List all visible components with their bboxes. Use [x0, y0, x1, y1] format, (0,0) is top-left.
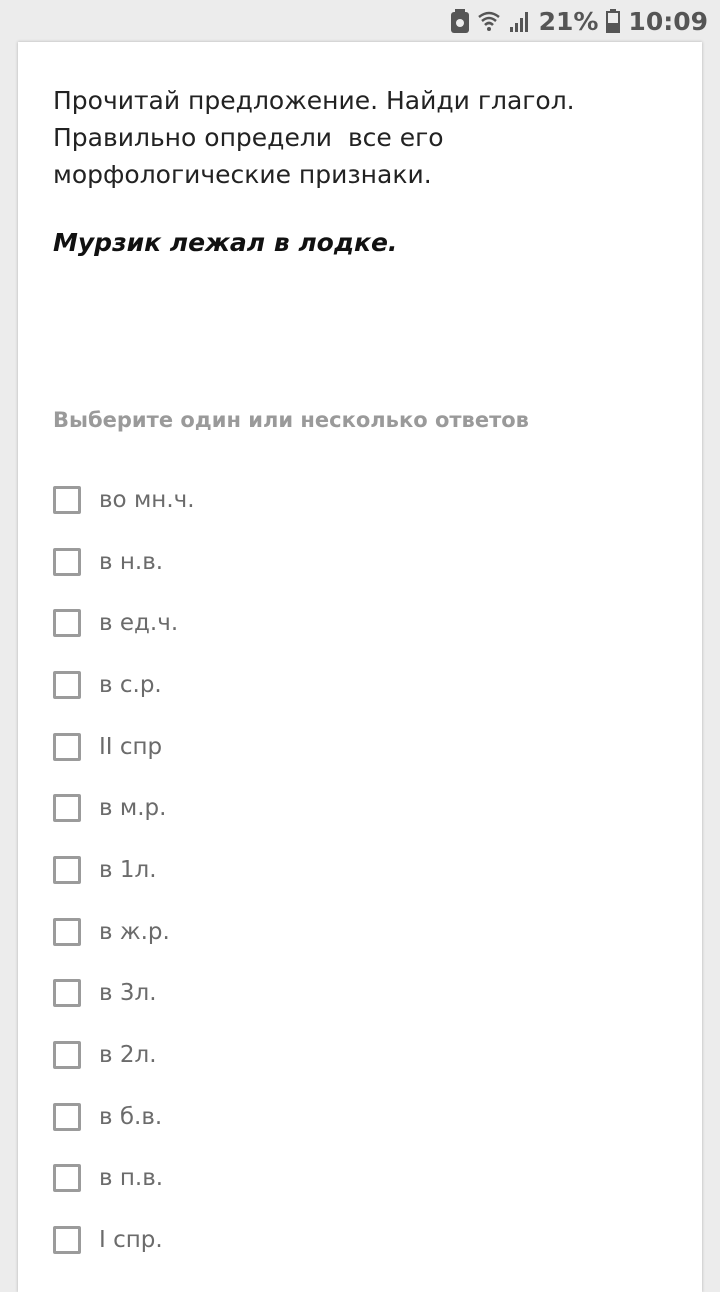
sentence: Мурзик лежал в лодке.	[53, 228, 398, 257]
battery-percent: 21%	[538, 6, 599, 36]
checkbox[interactable]	[53, 670, 81, 699]
option-label: во мн.ч.	[99, 486, 195, 513]
options-list: во мн.ч. в н.в. в ед.ч. в с.р. II спр в …	[53, 469, 195, 1271]
battery-icon	[606, 9, 621, 33]
option-label: в 3л.	[99, 980, 157, 1007]
status-icons: 21% 10:09	[450, 0, 708, 42]
option-label: в п.в.	[99, 1165, 164, 1192]
checkbox[interactable]	[53, 1164, 81, 1193]
question-card: Прочитай предложение. Найди глагол. Прав…	[18, 42, 702, 1292]
option-label: II спр	[99, 733, 163, 760]
option-item[interactable]: в б.в.	[53, 1086, 195, 1148]
checkbox[interactable]	[53, 1226, 81, 1255]
option-item[interactable]: в 1л.	[53, 839, 195, 901]
question-text: Прочитай предложение. Найди глагол. Прав…	[53, 82, 663, 193]
checkbox[interactable]	[53, 979, 81, 1008]
checkbox[interactable]	[53, 485, 81, 514]
checkbox[interactable]	[53, 794, 81, 823]
checkbox[interactable]	[53, 855, 81, 884]
option-item[interactable]: во мн.ч.	[53, 469, 195, 531]
answer-instruction: Выберите один или несколько ответов	[53, 408, 529, 432]
clock: 10:09	[628, 6, 708, 36]
wifi-icon	[477, 9, 501, 33]
option-label: в м.р.	[99, 795, 167, 822]
question-line-3: морфологические признаки.	[53, 160, 432, 189]
question-line-2: Правильно определи все его	[53, 123, 444, 152]
option-item[interactable]: в с.р.	[53, 654, 195, 716]
status-bar: 21% 10:09	[0, 0, 720, 42]
option-label: в 2л.	[99, 1042, 157, 1069]
checkbox[interactable]	[53, 547, 81, 576]
notification-battery-icon	[450, 9, 469, 33]
option-item[interactable]: в п.в.	[53, 1148, 195, 1210]
checkbox[interactable]	[53, 732, 81, 761]
checkbox[interactable]	[53, 1102, 81, 1131]
option-item[interactable]: в м.р.	[53, 777, 195, 839]
checkbox[interactable]	[53, 609, 81, 638]
option-label: в ед.ч.	[99, 610, 179, 637]
option-item[interactable]: в ед.ч.	[53, 592, 195, 654]
signal-icon	[509, 9, 531, 33]
option-item[interactable]: в 3л.	[53, 963, 195, 1025]
question-line-1: Прочитай предложение. Найди глагол.	[53, 86, 575, 115]
option-label: в 1л.	[99, 856, 157, 883]
option-item[interactable]: в н.в.	[53, 531, 195, 593]
option-label: в б.в.	[99, 1103, 163, 1130]
option-label: в ж.р.	[99, 918, 170, 945]
option-label: I спр.	[99, 1227, 163, 1254]
checkbox[interactable]	[53, 1041, 81, 1070]
option-label: в с.р.	[99, 671, 162, 698]
option-item[interactable]: в 2л.	[53, 1024, 195, 1086]
option-item[interactable]: I спр.	[53, 1209, 195, 1271]
checkbox[interactable]	[53, 917, 81, 946]
option-label: в н.в.	[99, 548, 164, 575]
option-item[interactable]: в ж.р.	[53, 901, 195, 963]
option-item[interactable]: II спр	[53, 716, 195, 778]
